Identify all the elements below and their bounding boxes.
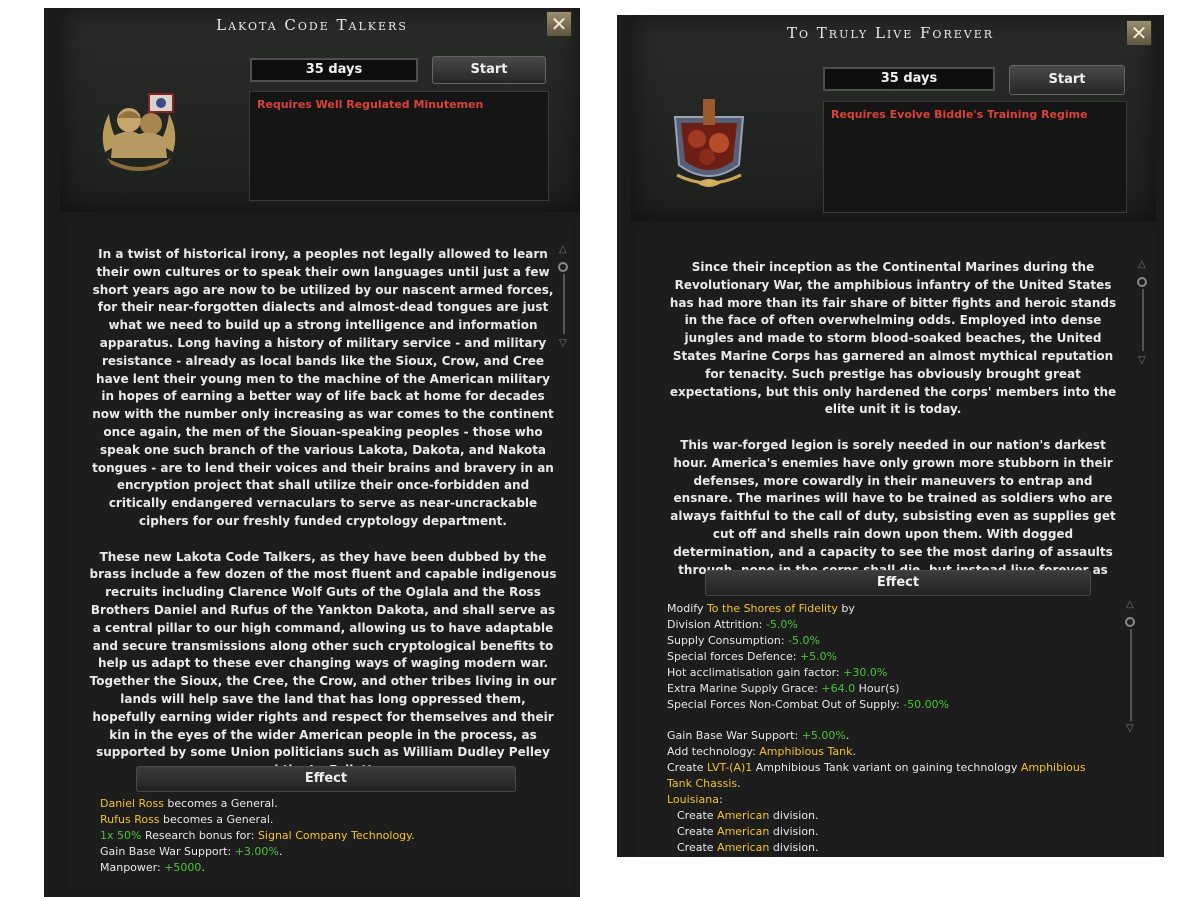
left-title: Lakota Code Talkers [216, 16, 408, 34]
scroll-thumb[interactable] [1137, 277, 1147, 287]
right-description-paragraph-1: Since their inception as the Continental… [669, 260, 1117, 417]
close-icon: ✕ [550, 12, 568, 36]
scroll-track [1142, 289, 1144, 351]
scroll-up-arrow-icon[interactable]: △ [1138, 259, 1146, 270]
right-requirement-box: Requires Evolve Biddle's Training Regime [823, 101, 1127, 213]
technology-name[interactable]: Amphibious Tank [759, 745, 852, 758]
country-name[interactable]: American [717, 825, 769, 838]
spirit-name[interactable]: To the Shores of Fidelity [707, 602, 838, 615]
effect-line: Special Forces Non-Combat Out of Supply:… [667, 698, 950, 711]
right-close-button[interactable]: ✕ [1126, 20, 1152, 46]
general-name[interactable]: Daniel Ross [100, 797, 164, 810]
effect-line: Extra Marine Supply Grace: +64.0 Hour(s) [667, 682, 900, 695]
left-decision-panel: Lakota Code Talkers ✕ 35 days Start Requ… [44, 8, 580, 897]
effect-line: Special forces Defence: +5.0% [667, 650, 838, 663]
effect-line: Daniel Ross becomes a General. [100, 797, 278, 810]
effect-line: Louisiana: [667, 793, 723, 806]
left-close-button[interactable]: ✕ [546, 11, 572, 37]
right-description-scrollbar[interactable]: △ ▽ [1137, 259, 1149, 371]
scroll-track [563, 274, 565, 334]
left-effect-header: Effect [136, 766, 516, 792]
scroll-up-arrow-icon[interactable]: △ [559, 244, 567, 255]
right-start-button[interactable]: Start [1009, 65, 1125, 95]
technology-name[interactable]: Amphibious [1021, 761, 1086, 774]
effect-line: Rufus Ross becomes a General. [100, 813, 274, 826]
right-effect-scrollbar[interactable]: △ ▽ [1125, 599, 1137, 739]
left-description-text: In a twist of historical irony, a people… [88, 246, 558, 780]
effect-line: Tank Chassis. [667, 777, 741, 790]
state-name[interactable]: Louisiana [667, 793, 719, 806]
right-days-display: 35 days [823, 67, 995, 91]
left-description-paragraph-1: In a twist of historical irony, a people… [92, 247, 554, 528]
technology-name[interactable]: Tank Chassis [667, 777, 737, 790]
effect-line: Gain Base War Support: +5.00%. [667, 729, 850, 742]
effect-line: Modify To the Shores of Fidelity by [667, 602, 855, 615]
effect-line: Division Attrition: -5.0% [667, 618, 798, 631]
scroll-thumb[interactable] [1125, 617, 1135, 627]
country-name[interactable]: American [717, 809, 769, 822]
technology-name[interactable]: Signal Company Technology [258, 829, 411, 842]
right-description-text: Since their inception as the Continental… [663, 259, 1123, 597]
general-name[interactable]: Rufus Ross [100, 813, 160, 826]
left-effects-list: Daniel Ross becomes a General. Rufus Ros… [100, 796, 560, 876]
effect-line: Gain Base War Support: +3.00%. [100, 845, 283, 858]
effect-line: Supply Consumption: -5.0% [667, 634, 820, 647]
scroll-down-arrow-icon[interactable]: ▽ [1138, 355, 1146, 366]
effect-line: Manpower: +5000. [100, 861, 205, 874]
effect-line: Hot acclimatisation gain factor: +30.0% [667, 666, 888, 679]
right-decision-panel: To Truly Live Forever ✕ 35 days Start Re… [617, 15, 1164, 857]
right-effect-header: Effect [705, 570, 1091, 596]
scroll-thumb[interactable] [558, 262, 568, 272]
right-effects-list: Gain Base War Support: +5.00%. Add techn… [667, 728, 1137, 856]
left-start-button[interactable]: Start [432, 56, 546, 84]
left-decision-emblem-icon [91, 92, 187, 176]
effect-line: Create American division. [677, 809, 819, 822]
scroll-track [1130, 629, 1132, 721]
variant-name[interactable]: LVT-(A)1 [707, 761, 752, 774]
effect-line: Create American division. [677, 841, 819, 854]
right-modifier-list: Modify To the Shores of Fidelity by Divi… [667, 601, 1127, 713]
left-requirement-box: Requires Well Regulated Minutemen [249, 91, 549, 201]
right-title: To Truly Live Forever [786, 24, 995, 42]
left-description-scrollbar[interactable]: △ ▽ [558, 244, 570, 354]
scroll-up-arrow-icon[interactable]: △ [1126, 599, 1134, 610]
left-days-display: 35 days [250, 58, 418, 82]
right-decision-emblem-icon [667, 99, 751, 191]
effect-line: Add technology: Amphibious Tank. [667, 745, 856, 758]
left-description-paragraph-2: These new Lakota Code Talkers, as they h… [89, 549, 557, 778]
effect-line: Create LVT-(A)1 Amphibious Tank variant … [667, 761, 1086, 774]
close-icon: ✕ [1130, 21, 1148, 45]
effect-line: Create American division. [677, 825, 819, 838]
scroll-down-arrow-icon[interactable]: ▽ [559, 338, 567, 349]
effect-line: 1x 50% Research bonus for: Signal Compan… [100, 829, 415, 842]
country-name[interactable]: American [717, 841, 769, 854]
